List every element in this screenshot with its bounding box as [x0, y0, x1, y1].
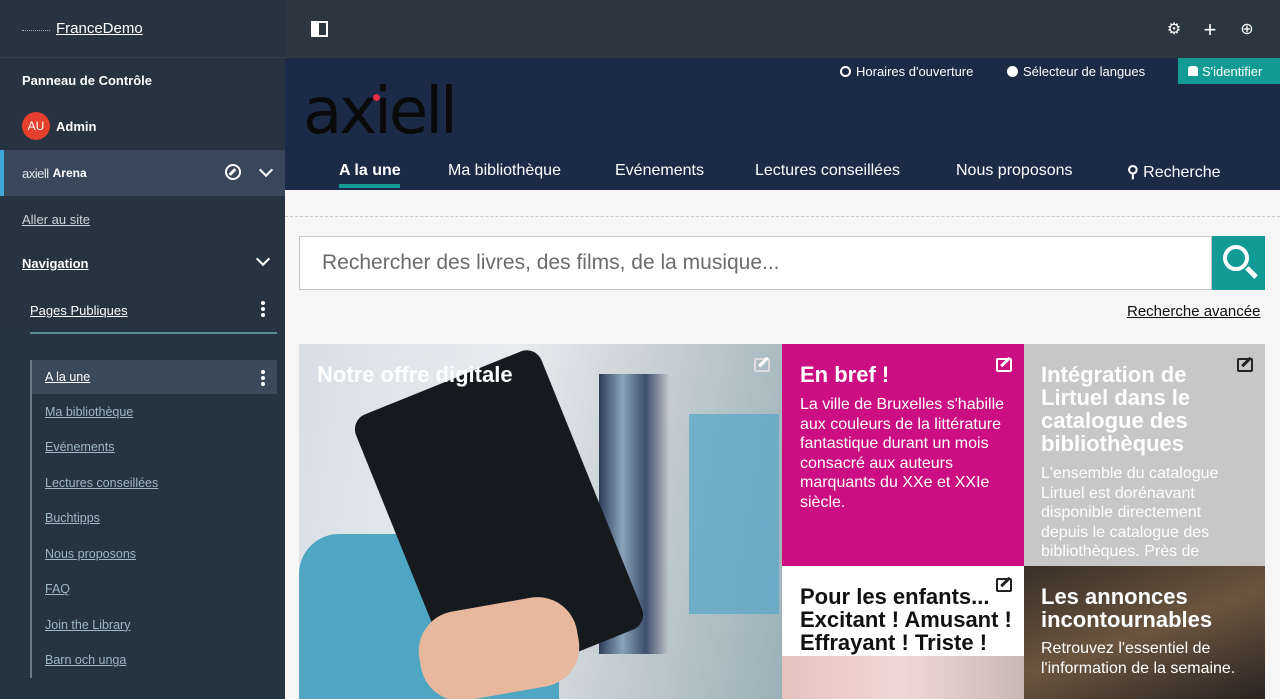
advanced-search-link[interactable]: Recherche avancée	[1127, 303, 1260, 320]
editor-topbar: ⚙ + ⊕	[285, 0, 1280, 58]
site-name: Arena	[52, 166, 87, 180]
avatar: AU	[22, 112, 50, 140]
menu-item-a-la-une[interactable]: A la une	[339, 162, 401, 180]
page-tree: A la une Ma bibliothèque Evénements Lect…	[30, 360, 277, 678]
control-panel-label[interactable]: Panneau de Contrôle	[0, 58, 285, 102]
tile-title: En bref !	[800, 362, 890, 387]
site-selector[interactable]: axiell Arena	[0, 150, 285, 196]
navigation-toggle[interactable]: Navigation	[22, 256, 88, 271]
more-options-icon[interactable]	[261, 301, 265, 319]
menu-item-evenements[interactable]: Evénements	[615, 162, 704, 180]
user-icon	[1188, 66, 1198, 76]
page-tree-item[interactable]: A la une	[32, 360, 277, 394]
catalog-search-input[interactable]: Rechercher des livres, des films, de la …	[299, 236, 1212, 290]
login-button[interactable]: S'identifier	[1178, 58, 1280, 84]
tile-title: Notre offre digitale	[317, 362, 513, 387]
tile-enfants[interactable]: Pour les enfants... Excitant ! Amusant !…	[782, 566, 1024, 699]
main-content: Rechercher des livres, des films, de la …	[285, 190, 1280, 699]
drop-zone-border	[285, 216, 1280, 217]
goto-site-link[interactable]: Aller au site	[22, 212, 90, 227]
page-tree-item[interactable]: Join the Library	[32, 607, 277, 643]
edit-icon[interactable]	[754, 358, 770, 372]
tile-annonces[interactable]: Les annonces incontournables Retrouvez l…	[1024, 566, 1265, 699]
more-options-icon[interactable]	[261, 370, 265, 388]
logo-dot	[373, 94, 380, 101]
tile-text: Retrouvez l'essentiel de l'information d…	[1041, 640, 1236, 677]
search-icon: ⚲	[1127, 164, 1139, 181]
opening-hours-link[interactable]: Horaires d'ouverture	[840, 58, 973, 84]
compass-icon[interactable]	[225, 164, 241, 180]
gear-icon[interactable]: ⚙	[1166, 22, 1182, 38]
menu-item-nous-proposons[interactable]: Nous proposons	[956, 162, 1073, 180]
page-tree-item[interactable]: FAQ	[32, 572, 277, 608]
globe-icon[interactable]: ⊕	[1239, 22, 1255, 38]
menu-item-lectures[interactable]: Lectures conseillées	[755, 162, 900, 180]
site-logo: axiell	[22, 165, 49, 181]
divider	[30, 332, 277, 334]
sidebar-header: FranceDemo	[0, 0, 285, 58]
site-logo[interactable]: axiell	[303, 80, 458, 144]
edit-icon[interactable]	[1237, 358, 1253, 372]
tile-lirtuel[interactable]: Intégration de Lirtuel dans le catalogue…	[1024, 344, 1265, 566]
active-menu-indicator	[339, 184, 400, 188]
admin-sidebar: FranceDemo Panneau de Contrôle AU Admin …	[0, 0, 285, 699]
page-tree-item[interactable]: Nous proposons	[32, 536, 277, 572]
page-tree-item[interactable]: Barn och unga	[32, 643, 277, 679]
search-icon	[1223, 245, 1249, 271]
tile-title: Pour les enfants... Excitant ! Amusant !…	[800, 584, 1012, 655]
search-button[interactable]	[1212, 236, 1265, 290]
page-tree-item[interactable]: Lectures conseillées	[32, 465, 277, 501]
clock-icon	[840, 65, 851, 77]
mini-logo-icon	[22, 29, 50, 34]
user-profile[interactable]: AU Admin	[0, 102, 285, 150]
page-tree-item[interactable]: Evénements	[32, 430, 277, 466]
children-image	[782, 656, 1024, 699]
globe-icon	[1007, 65, 1018, 77]
site-header: Horaires d'ouverture Sélecteur de langue…	[285, 58, 1280, 190]
chevron-down-icon[interactable]	[258, 162, 274, 178]
edit-icon[interactable]	[996, 578, 1012, 592]
page-tree-item[interactable]: Buchtipps	[32, 501, 277, 537]
edit-icon[interactable]	[996, 358, 1012, 372]
page-tree-item[interactable]: Ma bibliothèque	[32, 394, 277, 430]
plus-icon[interactable]: +	[1202, 19, 1218, 41]
menu-item-ma-bibliotheque[interactable]: Ma bibliothèque	[448, 162, 561, 180]
tile-text: L'ensemble du catalogue Lirtuel est doré…	[1041, 465, 1219, 560]
menu-item-recherche[interactable]: ⚲ Recherche	[1127, 162, 1221, 182]
tile-text: La ville de Bruxelles s'habille aux coul…	[800, 396, 1005, 511]
language-selector[interactable]: Sélecteur de langues	[1007, 58, 1145, 84]
brand-link[interactable]: FranceDemo	[56, 20, 143, 37]
user-name: Admin	[56, 118, 97, 134]
tile-en-bref[interactable]: En bref ! La ville de Bruxelles s'habill…	[782, 344, 1024, 566]
public-pages-link[interactable]: Pages Publiques	[30, 303, 128, 318]
panel-toggle-icon[interactable]	[311, 21, 328, 37]
tile-title: Intégration de Lirtuel dans le catalogue…	[1041, 362, 1191, 456]
chevron-down-icon[interactable]	[255, 251, 271, 267]
tile-digital-offer[interactable]: Notre offre digitale	[299, 344, 782, 699]
tile-title: Les annonces incontournables	[1041, 584, 1213, 632]
